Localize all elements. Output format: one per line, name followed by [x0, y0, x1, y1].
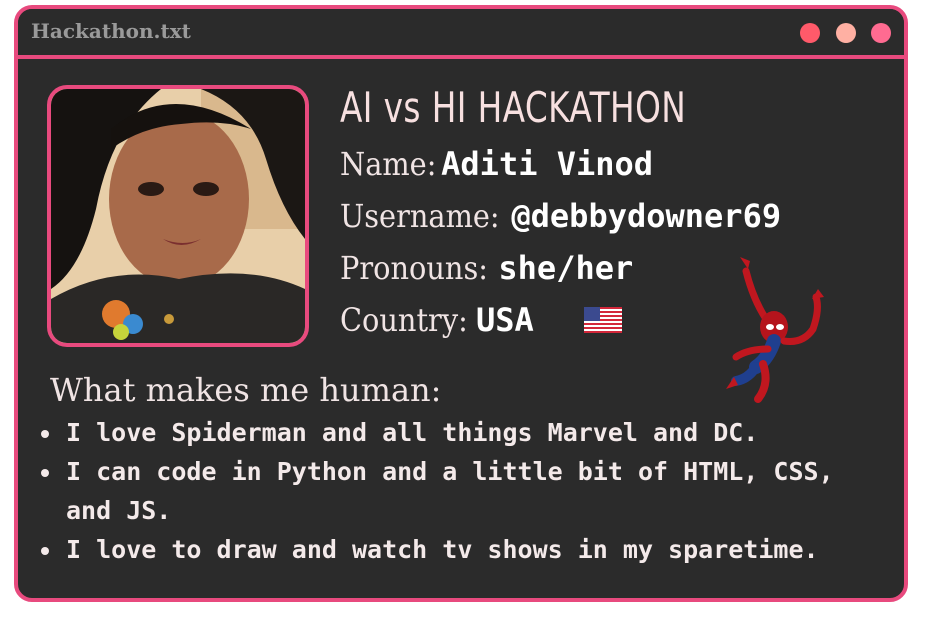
pronouns-label: Pronouns: [340, 249, 488, 287]
title-bar: Hackathon.txt [18, 9, 904, 59]
country-label: Country: [340, 301, 468, 339]
us-flag-icon [584, 307, 622, 333]
about-list: I love Spiderman and all things Marvel a… [38, 413, 878, 569]
name-value: Aditi Vinod [441, 145, 654, 183]
spiderman-icon [726, 257, 824, 403]
list-item: I can code in Python and a little bit of… [38, 452, 878, 530]
profile-photo [47, 85, 309, 347]
window-close-button[interactable] [800, 23, 820, 43]
about-title: What makes me human: [50, 371, 442, 409]
window-minimize-button[interactable] [836, 23, 856, 43]
country-row: Country: USA [340, 301, 534, 339]
country-value: USA [475, 301, 534, 339]
username-value: @debbydowner69 [511, 197, 782, 235]
pronouns-row: Pronouns: she/her [340, 249, 633, 287]
pronouns-value: she/her [498, 249, 634, 287]
name-row: Name: Aditi Vinod [340, 145, 653, 183]
list-item: I love to draw and watch tv shows in my … [38, 530, 878, 569]
name-label: Name: [340, 145, 437, 183]
profile-window: Hackathon.txt AI vs HI HACKATHON Name: Ad… [14, 5, 908, 602]
username-label: Username: [340, 197, 500, 235]
hackathon-heading: AI vs HI HACKATHON [340, 83, 687, 132]
window-title: Hackathon.txt [31, 19, 191, 43]
window-maximize-button[interactable] [871, 23, 891, 43]
username-row: Username: @debbydowner69 [340, 197, 781, 235]
list-item: I love Spiderman and all things Marvel a… [38, 413, 878, 452]
